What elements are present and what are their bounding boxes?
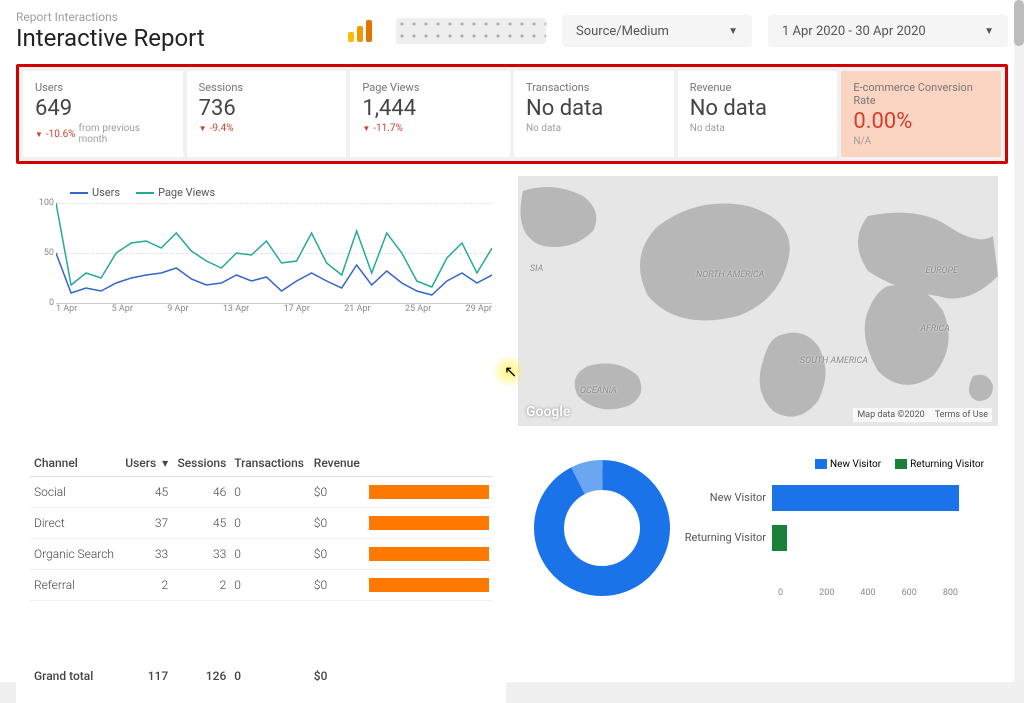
- map-region-label: SIA: [530, 264, 543, 274]
- donut-chart: [532, 458, 672, 598]
- kpi-value: No data: [690, 96, 826, 121]
- scrollbar-thumb[interactable]: [1014, 0, 1024, 46]
- x-tick: 600: [902, 588, 943, 598]
- x-tick: 800: [943, 588, 984, 598]
- blurred-account-label: [396, 18, 546, 44]
- table-row[interactable]: Organic Search33330$0: [30, 539, 492, 570]
- map-terms-link[interactable]: Terms of Use: [935, 410, 988, 420]
- page-subtitle: Report Interactions: [16, 10, 324, 24]
- x-tick: 17 Apr: [284, 304, 310, 318]
- kpi-label: Revenue: [690, 81, 826, 94]
- kpi-change: ▼-11.7%: [362, 123, 498, 134]
- hbar-row: Returning Visitor: [682, 518, 984, 558]
- x-tick: 400: [860, 588, 901, 598]
- kpi-label: Transactions: [526, 81, 662, 94]
- kpi-card-page-views[interactable]: Page Views 1,444 ▼-11.7%: [350, 71, 510, 157]
- dimension-select[interactable]: Source/Medium ▼: [562, 15, 752, 47]
- date-range-label: 1 Apr 2020 - 30 Apr 2020: [782, 24, 926, 39]
- analytics-logo-icon: [348, 20, 372, 42]
- channel-table[interactable]: Channel Users ▾ Sessions Transactions Re…: [16, 438, 506, 703]
- x-tick: 9 Apr: [167, 304, 188, 318]
- table-row[interactable]: Direct37450$0: [30, 508, 492, 539]
- legend-users: Users: [92, 186, 120, 199]
- kpi-value: 0.00%: [853, 109, 989, 134]
- dimension-select-label: Source/Medium: [576, 24, 669, 39]
- legend-new-visitor: New Visitor: [830, 459, 881, 470]
- geo-map[interactable]: SIA NORTH AMERICA EUROPE AFRICA SOUTH AM…: [518, 176, 998, 426]
- date-range-select[interactable]: 1 Apr 2020 - 30 Apr 2020 ▼: [768, 15, 1008, 47]
- map-region-label: OCEANIA: [580, 386, 617, 396]
- kpi-value: 1,444: [362, 96, 498, 121]
- google-attribution: Google: [526, 404, 570, 420]
- kpi-change: N/A: [853, 136, 989, 147]
- th-users[interactable]: Users ▾: [120, 450, 172, 477]
- map-region-label: AFRICA: [920, 324, 950, 334]
- kpi-change: No data: [526, 123, 662, 134]
- kpi-card-transactions[interactable]: Transactions No data No data: [514, 71, 674, 157]
- x-tick: 1 Apr: [56, 304, 77, 318]
- kpi-label: Sessions: [199, 81, 335, 94]
- map-region-label: EUROPE: [926, 266, 958, 276]
- kpi-label: Users: [35, 81, 171, 94]
- kpi-change: No data: [690, 123, 826, 134]
- legend-returning-visitor: Returning Visitor: [910, 459, 984, 470]
- time-series-chart[interactable]: Users Page Views 0 50 100 1 Apr 5 Apr 9 Ap…: [16, 176, 506, 336]
- kpi-label: Page Views: [362, 81, 498, 94]
- map-region-label: NORTH AMERICA: [696, 270, 764, 280]
- kpi-label: E-commerce Conversion Rate: [853, 81, 989, 107]
- table-row[interactable]: Referral220$0: [30, 570, 492, 601]
- page-title: Interactive Report: [16, 24, 324, 52]
- x-tick: 25 Apr: [405, 304, 431, 318]
- x-tick: 0: [778, 588, 819, 598]
- x-tick: 5 Apr: [112, 304, 133, 318]
- caret-down-icon: ▼: [984, 26, 994, 37]
- kpi-value: 736: [199, 96, 335, 121]
- map-copyright: Map data ©2020: [857, 410, 924, 420]
- y-tick: 0: [49, 298, 54, 308]
- th-sessions[interactable]: Sessions: [172, 450, 230, 477]
- kpi-value: 649: [35, 96, 171, 121]
- x-tick: 21 Apr: [344, 304, 370, 318]
- y-tick: 100: [39, 198, 54, 208]
- kpi-card-e-commerce-conversion-rate[interactable]: E-commerce Conversion Rate0.00% N/A: [841, 71, 1001, 157]
- x-tick: 29 Apr: [466, 304, 492, 318]
- th-transactions[interactable]: Transactions: [230, 450, 310, 477]
- kpi-card-sessions[interactable]: Sessions 736 ▼-9.4%: [187, 71, 347, 157]
- vertical-scrollbar[interactable]: [1014, 0, 1024, 682]
- table-row[interactable]: Social45460$0: [30, 477, 492, 508]
- kpi-change: ▼-9.4%: [199, 123, 335, 134]
- th-channel[interactable]: Channel: [30, 450, 120, 477]
- caret-down-icon: ▼: [728, 26, 738, 37]
- kpi-value: No data: [526, 96, 662, 121]
- table-total-row: Grand total1171260$0: [30, 649, 492, 691]
- kpi-card-revenue[interactable]: Revenue No data No data: [678, 71, 838, 157]
- x-tick: 200: [819, 588, 860, 598]
- x-tick: 13 Apr: [223, 304, 249, 318]
- y-tick: 50: [44, 248, 54, 258]
- kpi-scorecards: Users 649▼-10.6% from previous month Sessi…: [16, 64, 1008, 164]
- legend-pageviews: Page Views: [158, 186, 215, 199]
- map-region-label: SOUTH AMERICA: [800, 356, 868, 366]
- th-revenue[interactable]: Revenue: [310, 450, 365, 477]
- kpi-card-users[interactable]: Users 649▼-10.6% from previous month: [23, 71, 183, 157]
- hbar-row: New Visitor: [682, 478, 984, 518]
- kpi-change: ▼-10.6% from previous month: [35, 123, 171, 145]
- visitor-type-chart[interactable]: New Visitor Returning Visitor New Visito…: [518, 438, 998, 618]
